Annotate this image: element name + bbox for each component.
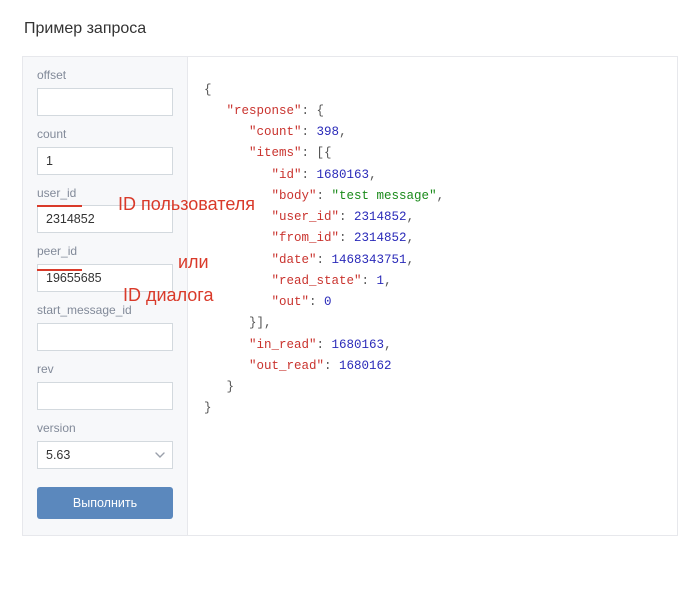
input-count[interactable] [37, 147, 173, 175]
label-start-message-id: start_message_id [37, 302, 173, 319]
input-peer-id[interactable] [37, 264, 173, 292]
field-start-message-id: start_message_id [37, 302, 173, 351]
field-offset: offset [37, 67, 173, 116]
params-sidebar: offset count user_id peer_id start_messa… [23, 57, 188, 535]
example-panel: offset count user_id peer_id start_messa… [22, 56, 678, 536]
label-peer-id: peer_id [37, 243, 173, 260]
response-output: { "response": { "count": 398, "items": [… [188, 70, 677, 523]
input-user-id[interactable] [37, 205, 173, 233]
field-peer-id: peer_id [37, 243, 173, 292]
field-user-id: user_id [37, 185, 173, 234]
label-offset: offset [37, 67, 173, 84]
execute-button[interactable]: Выполнить [37, 487, 173, 519]
label-rev: rev [37, 361, 173, 378]
input-rev[interactable] [37, 382, 173, 410]
page-title: Пример запроса [24, 20, 678, 38]
field-rev: rev [37, 361, 173, 410]
label-count: count [37, 126, 173, 143]
label-user-id: user_id [37, 185, 173, 202]
label-version: version [37, 420, 173, 437]
field-count: count [37, 126, 173, 175]
select-version[interactable] [37, 441, 173, 469]
input-start-message-id[interactable] [37, 323, 173, 351]
field-version: version [37, 420, 173, 469]
input-offset[interactable] [37, 88, 173, 116]
